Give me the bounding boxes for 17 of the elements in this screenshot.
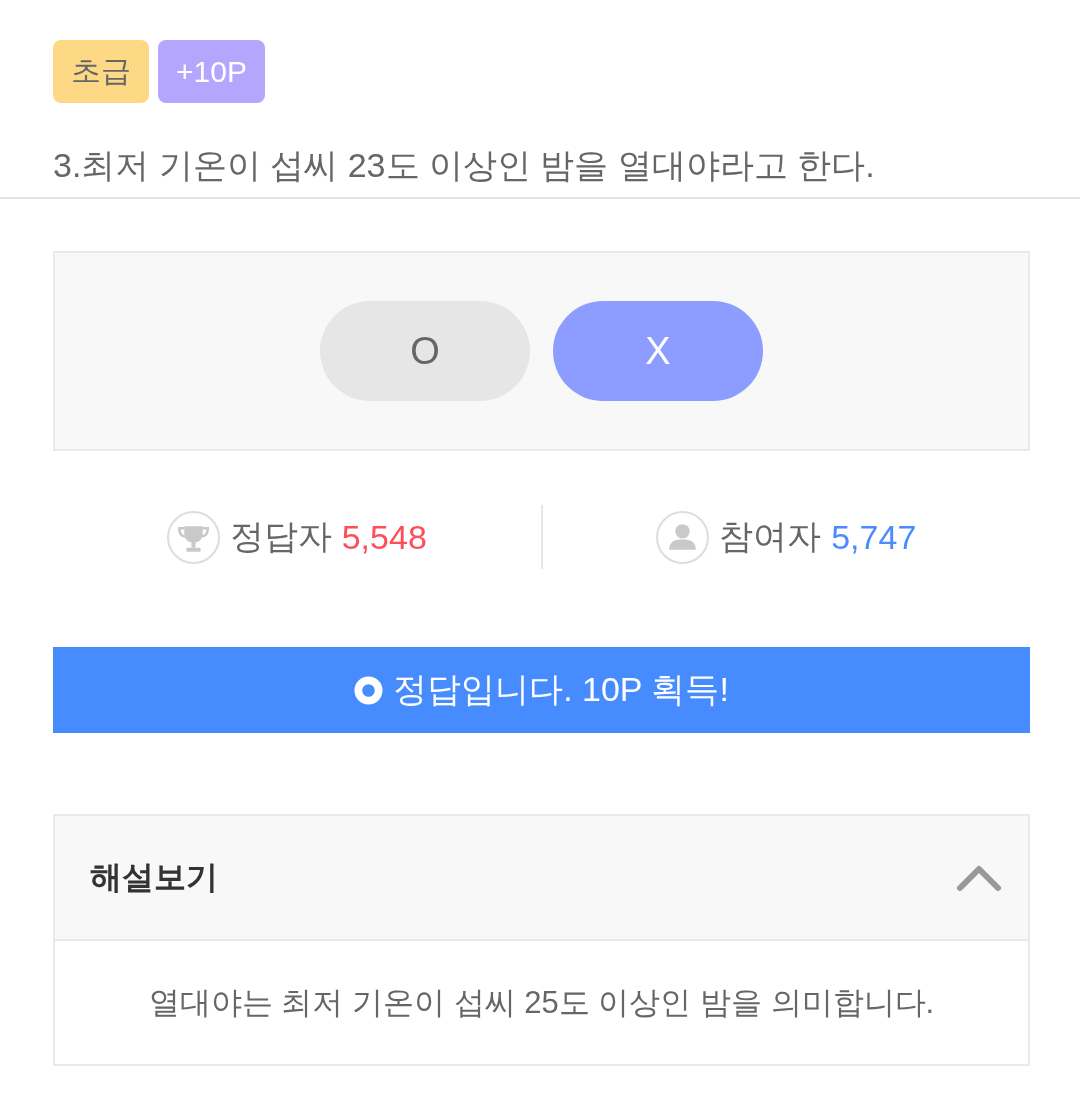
answer-option-button[interactable]: X xyxy=(553,301,763,401)
question-text: 3.최저 기온이 섭씨 23도 이상인 밤을 열대야라고 한다. xyxy=(53,145,876,186)
level-badge: 초급 xyxy=(53,40,149,103)
circle-mark-icon xyxy=(354,675,384,705)
stat-count: 5,548 xyxy=(341,517,427,557)
stat-count: 5,747 xyxy=(831,517,917,557)
explanation-header[interactable]: 해설보기 xyxy=(55,816,1028,939)
stat-label: 정답자 xyxy=(229,516,332,557)
explanation-title: 해설보기 xyxy=(90,857,218,897)
result-message: 정답입니다. 10P 획득! xyxy=(393,669,729,710)
chevron-up-icon[interactable] xyxy=(956,863,1002,892)
explanation-text: 열대야는 최저 기온이 섭씨 25도 이상인 밤을 의미합니다. xyxy=(148,983,935,1022)
stat-label: 참여자 xyxy=(719,516,822,557)
trophy-icon xyxy=(166,510,220,564)
answer-option-button[interactable]: O xyxy=(320,301,530,401)
points-badge: +10P xyxy=(158,40,265,103)
person-icon xyxy=(656,510,710,564)
